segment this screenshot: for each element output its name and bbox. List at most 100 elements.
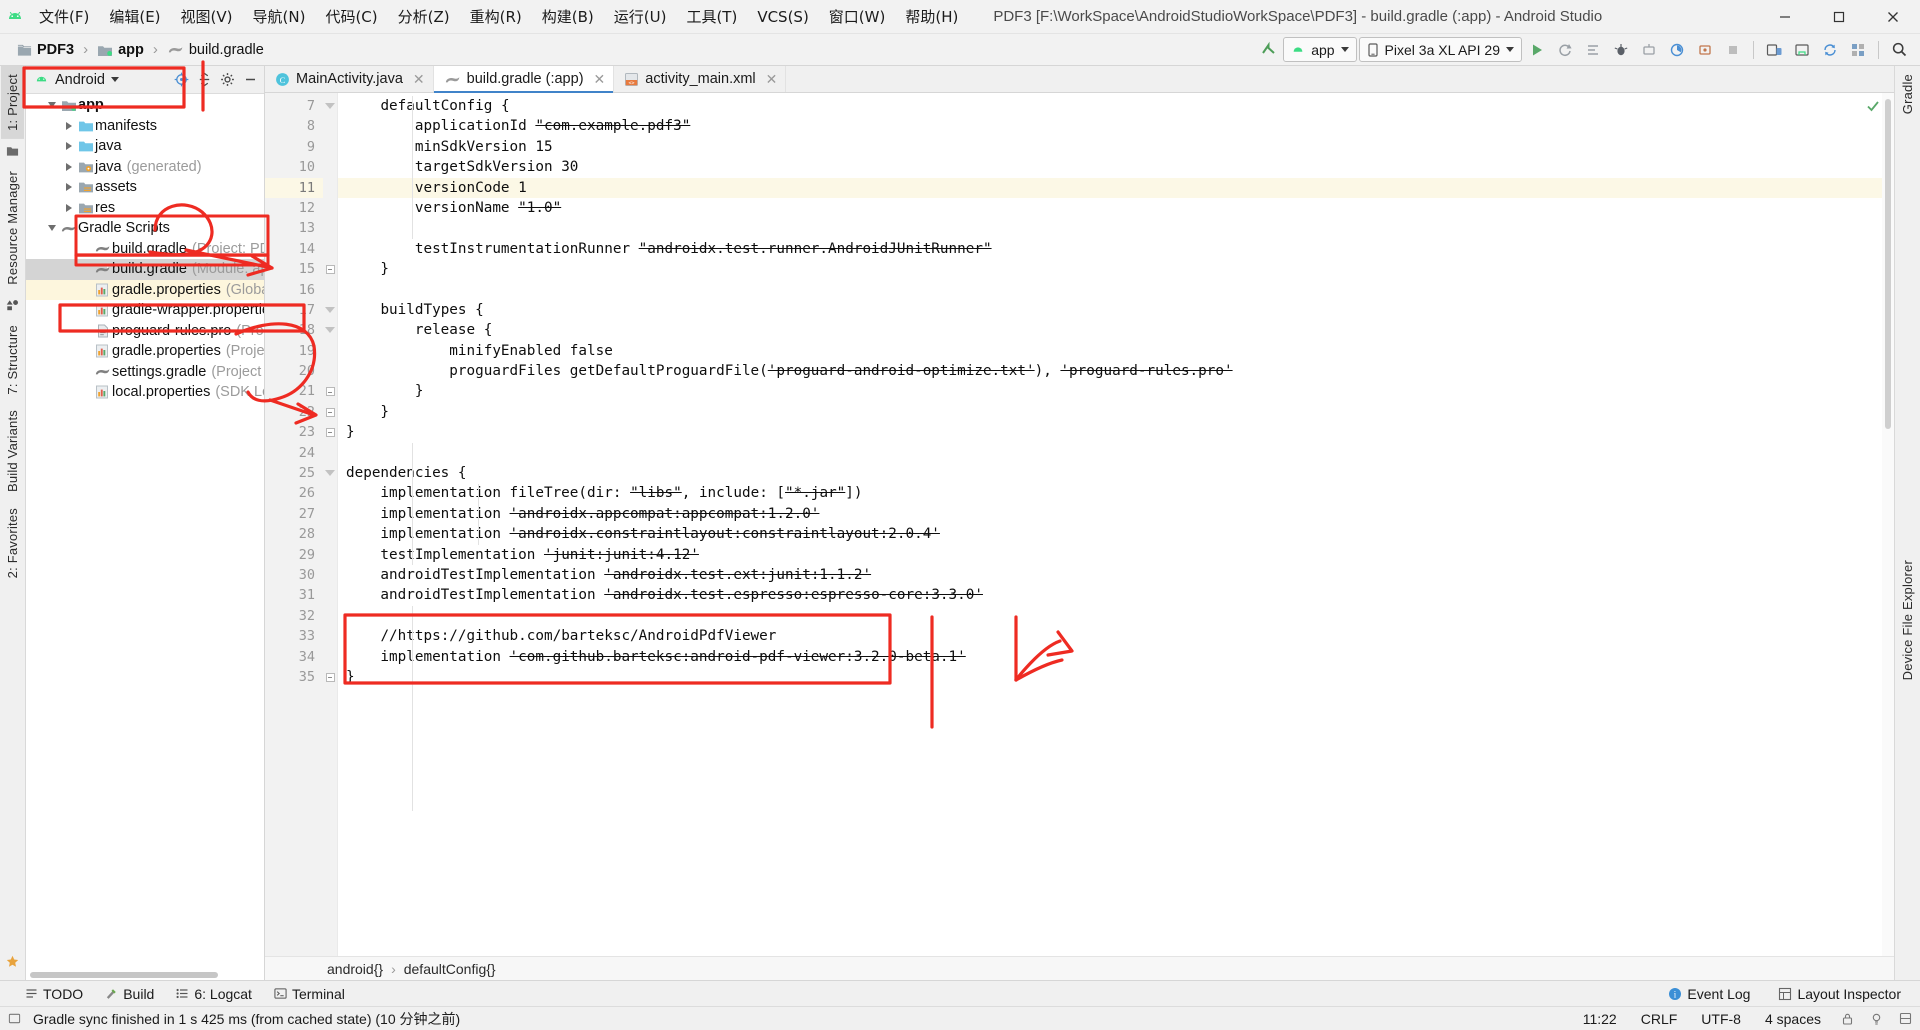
chevron-right-icon[interactable] — [61, 183, 76, 192]
code-line[interactable]: implementation 'androidx.constraintlayou… — [338, 524, 1894, 544]
line-number[interactable]: 23 — [265, 422, 323, 442]
indent-setting[interactable]: 4 spaces — [1761, 1009, 1825, 1029]
line-number[interactable]: 11 — [265, 177, 323, 198]
maximize-button[interactable] — [1812, 0, 1866, 34]
fold-close-icon[interactable] — [323, 667, 337, 687]
tree-item-proguard-rules-pro[interactable]: proguard-rules.pro(ProGuard Rules for ap… — [26, 321, 264, 342]
profile-icon[interactable] — [1664, 37, 1690, 63]
code-line[interactable]: implementation 'com.github.barteksc:andr… — [338, 647, 1894, 667]
editor-breadcrumb-item[interactable]: defaultConfig{} — [400, 960, 500, 978]
bottom-tab-layout-inspector[interactable]: Layout Inspector — [1769, 983, 1910, 1005]
bottom-tab-terminal[interactable]: Terminal — [265, 983, 354, 1005]
line-number[interactable]: 13 — [265, 218, 323, 238]
line-number[interactable]: 10 — [265, 157, 323, 177]
code-line[interactable]: dependencies { — [338, 463, 1894, 483]
inspection-status-icon[interactable] — [1866, 99, 1880, 117]
line-number[interactable]: 27 — [265, 504, 323, 524]
menu-vcs[interactable]: VCS(S) — [748, 5, 817, 29]
menu-view[interactable]: 视图(V) — [172, 3, 242, 30]
fold-open-icon[interactable] — [323, 320, 337, 340]
code-line[interactable]: } — [338, 259, 1894, 279]
gear-icon[interactable] — [216, 69, 238, 91]
fold-close-icon[interactable] — [323, 402, 337, 422]
code-line[interactable]: } — [338, 381, 1894, 401]
menu-build[interactable]: 构建(B) — [533, 3, 603, 30]
minimize-button[interactable] — [1758, 0, 1812, 34]
menu-code[interactable]: 代码(C) — [316, 3, 386, 30]
line-number[interactable]: 34 — [265, 647, 323, 667]
code-line[interactable] — [338, 218, 1894, 238]
bottom-tab-build[interactable]: Build — [96, 983, 163, 1005]
menu-tools[interactable]: 工具(T) — [677, 3, 746, 30]
code-line[interactable]: proguardFiles getDefaultProguardFile('pr… — [338, 361, 1894, 381]
code-line[interactable]: implementation 'androidx.appcompat:appco… — [338, 504, 1894, 524]
line-number[interactable]: 20 — [265, 361, 323, 381]
tree-item-gradle-scripts[interactable]: Gradle Scripts — [26, 218, 264, 239]
close-icon[interactable]: ✕ — [766, 71, 778, 88]
fold-close-icon[interactable] — [323, 381, 337, 401]
device-selector[interactable]: Pixel 3a XL API 29 — [1358, 37, 1522, 62]
breadcrumb-item-pdf3[interactable]: PDF3 — [12, 40, 79, 60]
line-number[interactable]: 25 — [265, 463, 323, 483]
tree-item-assets[interactable]: assets — [26, 177, 264, 198]
line-number[interactable]: 15 — [265, 259, 323, 279]
line-number[interactable]: 31 — [265, 585, 323, 605]
attach-debugger-icon[interactable] — [1636, 37, 1662, 63]
chevron-right-icon[interactable] — [61, 121, 76, 130]
code-line[interactable]: androidTestImplementation 'androidx.test… — [338, 565, 1894, 585]
fold-open-icon[interactable] — [323, 463, 337, 483]
line-number[interactable]: 28 — [265, 524, 323, 544]
lock-icon[interactable] — [1841, 1012, 1854, 1026]
menu-file[interactable]: 文件(F) — [30, 3, 98, 30]
attach-process-icon[interactable] — [1692, 37, 1718, 63]
project-structure-icon[interactable] — [1845, 37, 1871, 63]
editor-vscrollbar[interactable] — [1882, 93, 1894, 956]
menu-help[interactable]: 帮助(H) — [896, 3, 967, 30]
line-number[interactable]: 29 — [265, 545, 323, 565]
tree-item-java[interactable]: java (generated) — [26, 157, 264, 178]
rail-tab-build-variants[interactable]: Build Variants — [1, 402, 24, 500]
code-line[interactable]: defaultConfig { — [338, 96, 1894, 116]
menu-navigate[interactable]: 导航(N) — [244, 3, 315, 30]
avd-manager-icon[interactable] — [1761, 37, 1787, 63]
line-number[interactable]: 35 — [265, 667, 323, 687]
project-tree[interactable]: app manifests java java (generated) assets res… — [26, 94, 264, 980]
menu-analyze[interactable]: 分析(Z) — [389, 3, 459, 30]
tree-item-manifests[interactable]: manifests — [26, 116, 264, 137]
line-number[interactable]: 22 — [265, 402, 323, 422]
code-line[interactable]: targetSdkVersion 30 — [338, 157, 1894, 177]
code-line[interactable]: release { — [338, 320, 1894, 340]
code-line[interactable]: implementation fileTree(dir: "libs", inc… — [338, 483, 1894, 503]
code-line[interactable]: minSdkVersion 15 — [338, 137, 1894, 157]
code-line[interactable]: versionName "1.0" — [338, 198, 1894, 218]
project-tree-hscrollbar[interactable] — [26, 971, 265, 980]
editor-breadcrumb-item[interactable]: android{} — [323, 960, 387, 978]
status-message[interactable]: Gradle sync finished in 1 s 425 ms (from… — [29, 1007, 464, 1030]
fold-close-icon[interactable] — [323, 422, 337, 442]
close-icon[interactable]: ✕ — [413, 71, 425, 88]
rail-tab-device-file-explorer[interactable]: Device File Explorer — [1896, 552, 1919, 688]
locate-icon[interactable] — [170, 69, 192, 91]
module-selector[interactable]: app — [1283, 37, 1357, 62]
tree-item-local-properties[interactable]: local.properties(SDK Location) — [26, 382, 264, 403]
code-line[interactable]: } — [338, 667, 1894, 687]
memory-indicator-icon[interactable] — [1899, 1012, 1912, 1025]
code-line[interactable]: androidTestImplementation 'androidx.test… — [338, 585, 1894, 605]
line-number[interactable]: 12 — [265, 198, 323, 218]
line-number[interactable]: 26 — [265, 483, 323, 503]
collapse-all-icon[interactable] — [193, 69, 215, 91]
file-encoding[interactable]: UTF-8 — [1697, 1009, 1745, 1029]
line-number[interactable]: 21 — [265, 381, 323, 401]
code-line[interactable]: buildTypes { — [338, 300, 1894, 320]
apply-code-changes-icon[interactable] — [1580, 37, 1606, 63]
tree-item-build-gradle[interactable]: build.gradle(Project: PDF3) — [26, 239, 264, 260]
rail-tab-project[interactable]: 1: Project — [1, 66, 24, 139]
tree-item-settings-gradle[interactable]: settings.gradle(Project Settings) — [26, 362, 264, 383]
rail-tab-gradle[interactable]: Gradle — [1896, 66, 1919, 122]
chevron-down-icon[interactable] — [44, 225, 59, 232]
chevron-right-icon[interactable] — [61, 142, 76, 151]
code-line[interactable]: applicationId "com.example.pdf3" — [338, 116, 1894, 136]
chevron-down-icon[interactable] — [44, 102, 59, 109]
caret-position[interactable]: 11:22 — [1579, 1009, 1621, 1029]
code-line[interactable]: minifyEnabled false — [338, 341, 1894, 361]
